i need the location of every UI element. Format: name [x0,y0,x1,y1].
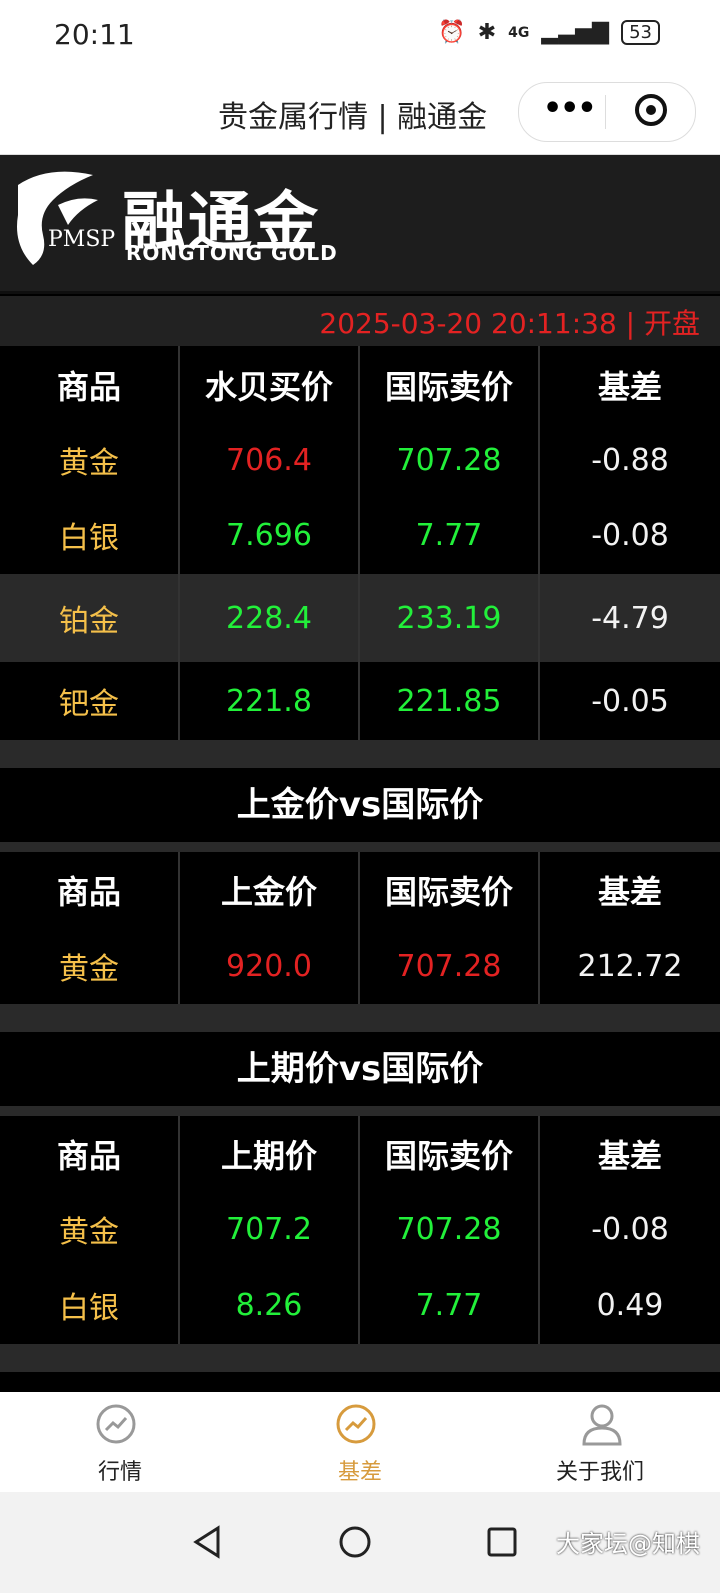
signal-icon: ▂▃▅▇ [541,20,610,45]
bluetooth-icon: ✱ [477,20,497,45]
price-value: 7.77 [360,1266,540,1344]
product-name: 白银 [0,496,180,574]
col-product: 商品 [0,852,180,928]
basis-value: 212.72 [577,948,683,984]
status-icons: ⏰ ✱ 4G ▂▃▅▇ 53 [438,20,660,45]
tab-label: 关于我们 [555,1460,644,1485]
table2-header: 商品 上金价 国际卖价 基差 [0,852,720,928]
col-basis: 基差 [597,368,662,406]
tab-label: 基差 [337,1460,382,1485]
product-name: 钯金 [0,662,180,740]
table-row: 铂金 228.4 233.19 -4.79 [0,574,720,662]
col-shfe-price: 上期价 [180,1116,360,1192]
col-basis: 基差 [597,873,662,911]
basis-value: -0.05 [591,683,669,719]
capsule-divider [605,95,606,129]
price-value: 707.2 [180,1192,360,1266]
trend-icon [336,1404,376,1444]
battery-icon: 53 [621,20,660,45]
table-row: 白银 7.696 7.77 -0.08 [0,496,720,574]
price-value: 228.4 [180,574,360,662]
col-product: 商品 [0,346,180,424]
network-label: 4G [508,24,530,41]
product-name: 黄金 [0,928,180,1004]
status-bar: 20:11 ⏰ ✱ 4G ▂▃▅▇ 53 [0,0,720,70]
section-title: 上期价vs国际价 [0,1032,720,1106]
logo-subtitle: RONGTONG GOLD [126,241,338,265]
tab-market[interactable]: 行情 [0,1392,240,1492]
price-value: 7.696 [180,496,360,574]
logo-pmsp: PMSP [48,227,116,252]
tab-basis[interactable]: 基差 [240,1392,480,1492]
trend-icon [96,1404,136,1444]
product-name: 白银 [0,1266,180,1344]
product-name: 黄金 [0,424,180,496]
table3-header: 商品 上期价 国际卖价 基差 [0,1116,720,1192]
section-gap [0,1106,720,1116]
price-value: 221.8 [180,662,360,740]
price-value: 707.28 [360,424,540,496]
basis-value: -0.88 [591,442,669,478]
section-gap [0,1004,720,1032]
col-shuibei-buy: 水贝买价 [180,346,360,424]
section-gap [0,740,720,768]
tab-about[interactable]: 关于我们 [480,1392,720,1492]
system-nav-bar: 大家坛@知棋 [0,1492,720,1593]
dragon-logo-icon [17,171,98,265]
recents-icon[interactable] [472,1512,532,1572]
price-value: 707.28 [360,1192,540,1266]
alarm-icon: ⏰ [438,20,466,45]
basis-value: -0.08 [591,517,669,553]
col-product: 商品 [0,1116,180,1192]
price-value: 7.77 [360,496,540,574]
close-miniapp-icon[interactable] [635,94,667,126]
home-icon[interactable] [325,1512,385,1572]
price-value: 221.85 [360,662,540,740]
status-time: 20:11 [54,18,135,51]
miniapp-capsule: ••• [518,82,696,142]
tab-bar: 行情 基差 关于我们 [0,1392,720,1492]
basis-value: -4.79 [591,600,669,636]
quote-timestamp: 2025-03-20 20:11:38 | 开盘 [319,307,700,340]
more-icon[interactable]: ••• [543,91,597,126]
section-gap [0,842,720,852]
price-value: 706.4 [180,424,360,496]
product-name: 黄金 [0,1192,180,1266]
tab-label: 行情 [97,1460,142,1485]
table-row: 黄金 920.0 707.28 212.72 [0,928,720,1004]
table-row: 钯金 221.8 221.85 -0.05 [0,662,720,740]
timestamp-bar: 2025-03-20 20:11:38 | 开盘 [0,296,720,346]
section-gap [0,1344,720,1372]
table1-header: 商品 水贝买价 国际卖价 基差 [0,346,720,424]
user-icon [582,1404,622,1446]
table-row: 黄金 706.4 707.28 -0.88 [0,424,720,496]
basis-value: -0.08 [591,1211,669,1247]
price-value: 920.0 [180,928,360,1004]
page-title: 贵金属行情 | 融通金 [218,100,488,135]
col-intl-sell: 国际卖价 [360,1116,540,1192]
section-title: 上金价vs国际价 [0,768,720,842]
product-name: 铂金 [0,574,180,662]
col-basis: 基差 [597,1137,662,1175]
table-row: 黄金 707.2 707.28 -0.08 [0,1192,720,1266]
back-icon[interactable] [178,1512,238,1572]
table-row: 白银 8.26 7.77 0.49 [0,1266,720,1344]
header-banner: PMSP 融通金 RONGTONG GOLD [0,155,720,294]
watermark: 大家坛@知棋 [556,1530,700,1558]
col-intl-sell: 国际卖价 [360,346,540,424]
price-value: 707.28 [360,928,540,1004]
price-value: 233.19 [360,574,540,662]
col-sge-price: 上金价 [180,852,360,928]
price-value: 8.26 [180,1266,360,1344]
basis-value: 0.49 [596,1287,664,1323]
col-intl-sell: 国际卖价 [360,852,540,928]
